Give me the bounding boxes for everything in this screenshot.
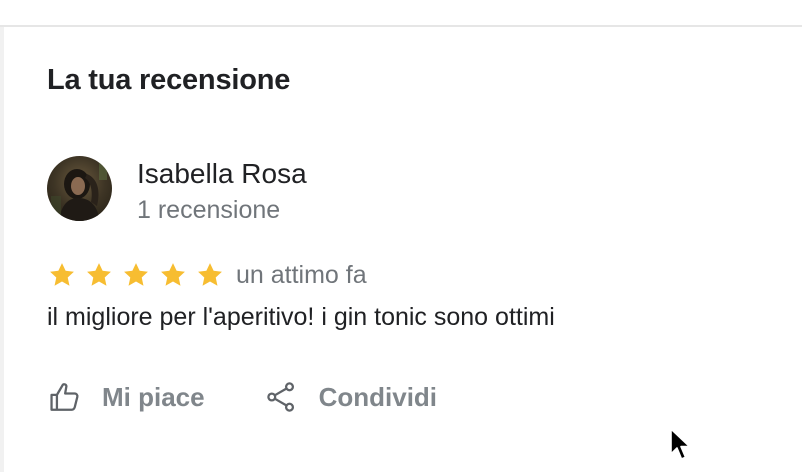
star-icon [124,263,148,286]
star-icon [87,263,111,286]
rating-row: un attimo fa [48,258,367,292]
top-divider [0,25,802,27]
star-rating [48,261,224,289]
mouse-pointer-icon [670,428,691,460]
star-icon [198,263,222,286]
review-actions: Mi piace Condividi [48,380,437,414]
review-text: il migliore per l'aperitivo! i gin tonic… [47,303,555,331]
review-time: un attimo fa [236,261,367,289]
author-name[interactable]: Isabella Rosa [137,158,307,190]
avatar[interactable] [47,156,112,221]
avatar-image [47,156,112,221]
author-review-count: 1 recensione [137,196,281,224]
thumbs-up-icon [50,383,79,411]
star-icon [50,263,74,286]
section-title: La tua recensione [47,64,291,96]
panel-left-edge [0,27,4,472]
share-button[interactable]: Condividi [264,380,437,414]
star-icon [161,263,185,286]
like-label: Mi piace [102,381,205,412]
share-label: Condividi [318,381,438,412]
share-icon [266,382,294,412]
like-button[interactable]: Mi piace [48,380,205,414]
review-panel: La tua recensione Isabella Rosa 1 recens… [0,0,802,472]
